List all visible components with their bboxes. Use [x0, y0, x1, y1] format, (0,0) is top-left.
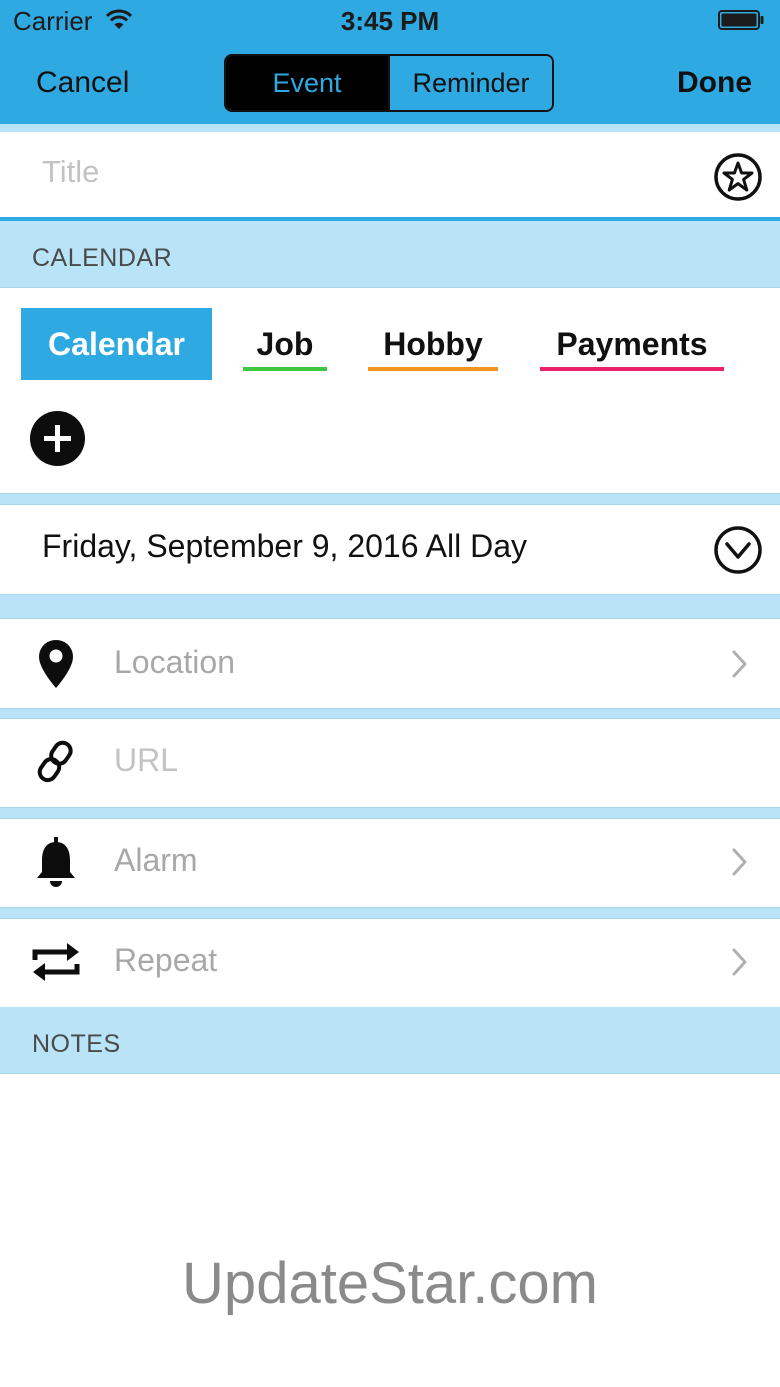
segment-event[interactable]: Event: [226, 56, 388, 110]
status-time: 3:45 PM: [340, 6, 440, 36]
chevron-right-icon: [732, 650, 747, 678]
hobby-color-bar: [368, 367, 498, 371]
separator-band: [0, 808, 780, 818]
separator-band: [0, 908, 780, 918]
divider: [0, 818, 780, 819]
repeat-field[interactable]: Repeat: [114, 942, 217, 979]
separator-band: [0, 124, 780, 132]
segment-reminder[interactable]: Reminder: [388, 56, 552, 110]
separator-band: [0, 494, 780, 504]
cancel-button[interactable]: Cancel: [36, 66, 129, 100]
plus-circle-icon[interactable]: [29, 410, 86, 467]
bell-icon: [26, 832, 86, 892]
map-pin-icon: [26, 634, 86, 694]
job-color-bar: [243, 367, 327, 371]
date-row[interactable]: Friday, September 9, 2016 All Day: [42, 528, 527, 565]
chevron-down-circle-icon[interactable]: [713, 525, 763, 575]
notes-section-label: NOTES: [32, 1030, 121, 1058]
location-field[interactable]: Location: [114, 644, 235, 681]
calendar-chip-calendar[interactable]: Calendar: [21, 308, 212, 380]
alarm-field[interactable]: Alarm: [114, 842, 198, 879]
event-type-segmented-control: Event Reminder: [224, 54, 554, 112]
divider: [0, 618, 780, 619]
separator-band: [0, 709, 780, 718]
link-icon: [26, 732, 86, 792]
separator-band: [0, 595, 780, 618]
url-field[interactable]: URL: [114, 742, 178, 779]
divider: [0, 504, 780, 505]
divider: [0, 918, 780, 919]
chevron-right-icon: [732, 848, 747, 876]
done-button[interactable]: Done: [677, 66, 752, 100]
calendar-section-label: CALENDAR: [32, 244, 173, 272]
payments-color-bar: [540, 367, 724, 371]
title-input[interactable]: Title: [42, 154, 99, 190]
battery-icon: [718, 10, 764, 30]
star-icon[interactable]: [713, 152, 763, 202]
watermark: UpdateStar.com: [182, 1251, 598, 1316]
divider: [0, 287, 780, 288]
divider: [0, 718, 780, 719]
chevron-right-icon: [732, 948, 747, 976]
notes-textarea[interactable]: [0, 1074, 780, 1234]
repeat-icon: [26, 932, 86, 992]
